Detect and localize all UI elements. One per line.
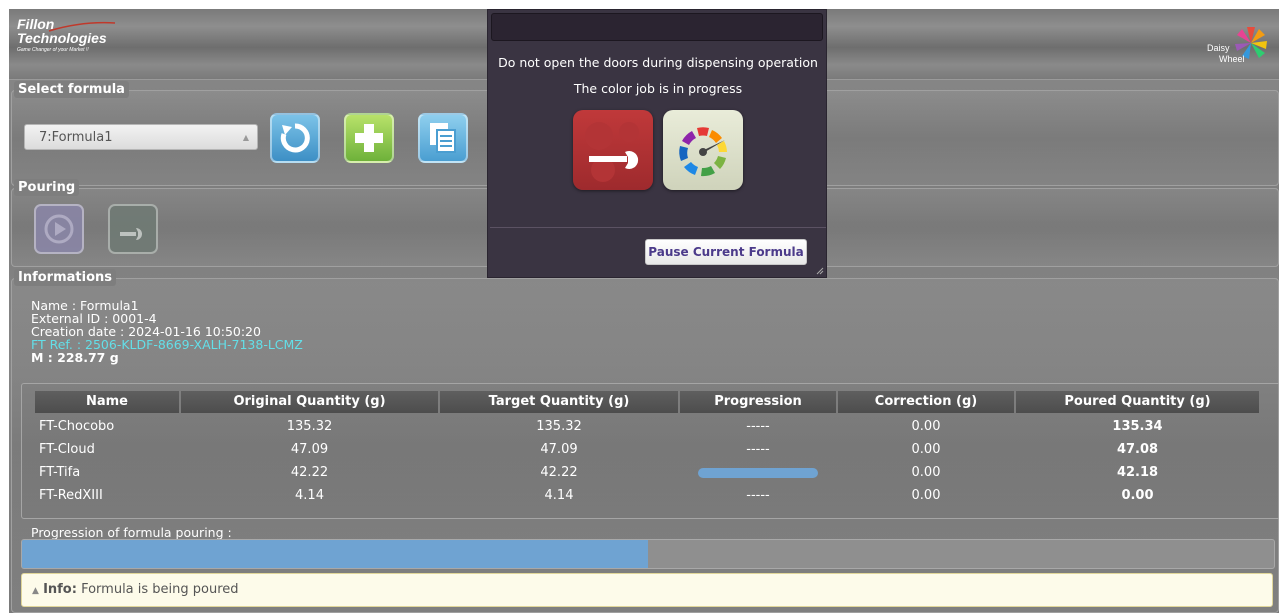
- pause-formula-button[interactable]: Pause Current Formula: [645, 239, 807, 265]
- chevron-down-icon: ▲: [242, 133, 249, 142]
- cell-original: 4.14: [295, 488, 324, 503]
- overall-progress-bar: [21, 539, 1275, 569]
- col-header-correction: Correction (g): [838, 391, 1014, 413]
- app-window: Fillon Technologies Game Changer of your…: [9, 9, 1279, 613]
- cell-name: FT-Chocobo: [39, 419, 115, 434]
- col-header-name: Name: [35, 391, 179, 413]
- cell-original: 135.32: [286, 419, 333, 434]
- cell-progression: [680, 462, 836, 484]
- cell-target: 47.09: [540, 442, 578, 457]
- table-row: FT-Chocobo 135.32 135.32 ----- 0.00 135.…: [35, 416, 1261, 438]
- cell-original: 47.09: [290, 442, 329, 457]
- cell-poured: 0.00: [1121, 488, 1154, 503]
- formula-mass: M : 228.77 g: [31, 350, 119, 365]
- logo-swoosh-icon: [48, 21, 116, 32]
- maintenance-button[interactable]: [108, 204, 158, 254]
- cell-correction: 0.00: [911, 442, 941, 457]
- cell-progression: -----: [746, 419, 770, 434]
- dialog-warning-text: Do not open the doors during dispensing …: [498, 55, 818, 70]
- play-button[interactable]: [34, 204, 84, 254]
- cell-poured: 47.08: [1116, 442, 1159, 457]
- cell-poured: 42.18: [1116, 465, 1159, 480]
- overall-progress-fill: [22, 540, 648, 568]
- color-gauge-tile: [663, 110, 743, 190]
- copy-formula-button[interactable]: [418, 113, 468, 163]
- cell-name: FT-RedXIII: [39, 488, 103, 503]
- brand-line2: Technologies: [17, 30, 107, 46]
- warning-icon: ▲: [32, 586, 39, 596]
- cell-poured: 135.34: [1112, 419, 1163, 434]
- alert-prefix: Info:: [43, 582, 77, 597]
- product-line1: Daisy: [1207, 43, 1230, 53]
- table-row: FT-RedXIII 4.14 4.14 ----- 0.00 0.00: [35, 485, 1261, 507]
- cell-target: 4.14: [544, 488, 574, 503]
- reset-button[interactable]: [270, 113, 320, 163]
- col-header-poured: Poured Quantity (g): [1016, 391, 1259, 413]
- cell-progression: -----: [746, 442, 770, 457]
- row-progress-track: [698, 468, 818, 478]
- wrench-icon: [120, 228, 142, 240]
- daisy-wheel-logo: Daisy Wheel: [1199, 23, 1269, 69]
- brand-tagline: Game Changer of your Market !!: [17, 47, 89, 53]
- dispensing-dialog: Do not open the doors during dispensing …: [487, 9, 827, 278]
- cell-target: 135.32: [536, 419, 582, 434]
- formula-table: Name Original Quantity (g) Target Quanti…: [21, 383, 1279, 519]
- fillon-logo: Fillon Technologies Game Changer of your…: [17, 17, 116, 53]
- copy-document-icon: [430, 123, 456, 153]
- dialog-status-text: The color job is in progress: [573, 81, 743, 96]
- dialog-titlebar[interactable]: [491, 13, 823, 41]
- cell-name: FT-Tifa: [39, 465, 81, 480]
- reset-icon: [280, 123, 310, 153]
- informations-legend: Informations: [14, 269, 117, 286]
- table-row: FT-Cloud 47.09 47.09 ----- 0.00 47.08: [35, 439, 1261, 461]
- dialog-divider: [490, 227, 826, 228]
- cell-original: 42.22: [290, 465, 329, 480]
- cell-correction: 0.00: [911, 488, 941, 503]
- pouring-legend: Pouring: [14, 179, 80, 196]
- product-line2: Wheel: [1219, 54, 1245, 64]
- table-row: FT-Tifa 42.22 42.22 0.00 42.18: [35, 462, 1261, 484]
- add-formula-button[interactable]: [344, 113, 394, 163]
- col-header-original: Original Quantity (g): [181, 391, 438, 413]
- cell-correction: 0.00: [911, 419, 941, 434]
- resize-handle-icon[interactable]: [816, 267, 824, 275]
- add-icon: [355, 124, 383, 152]
- maintenance-tile: [573, 110, 653, 190]
- col-header-progression: Progression: [680, 391, 836, 413]
- cell-correction: 0.00: [911, 465, 941, 480]
- table-header-row: Name Original Quantity (g) Target Quanti…: [35, 391, 1261, 413]
- info-alert: ▲ Info: Formula is being poured: [21, 573, 1273, 607]
- cell-progression: -----: [746, 488, 770, 503]
- formula-select[interactable]: 7:Formula1 ▲: [24, 124, 258, 150]
- alert-message: Formula is being poured: [76, 582, 239, 597]
- col-header-target: Target Quantity (g): [440, 391, 678, 413]
- cell-target: 42.22: [540, 465, 578, 480]
- cell-name: FT-Cloud: [39, 442, 95, 457]
- row-progress-bar: [698, 468, 818, 478]
- formula-select-value: 7:Formula1: [39, 130, 113, 145]
- play-icon: [44, 214, 74, 244]
- color-gauge-icon: [679, 127, 727, 177]
- maintenance-gear-icon: [585, 122, 639, 182]
- select-formula-legend: Select formula: [14, 81, 129, 98]
- overall-progress-label: Progression of formula pouring :: [31, 525, 232, 540]
